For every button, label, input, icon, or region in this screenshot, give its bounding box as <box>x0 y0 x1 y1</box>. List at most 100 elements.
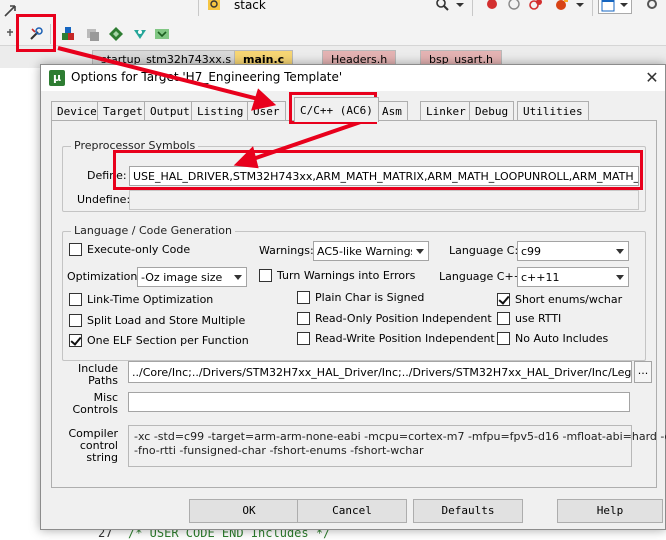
cancel-button[interactable]: Cancel <box>297 499 407 523</box>
close-icon[interactable]: ✕ <box>641 67 663 89</box>
language-cpp-label: Language C++: <box>439 270 527 283</box>
rtti-checkbox[interactable]: use RTTI <box>497 312 561 325</box>
multi-project-icon[interactable] <box>132 26 148 42</box>
find-in-files-icon[interactable] <box>206 0 222 12</box>
checkbox-box <box>69 334 82 347</box>
find-combo-value[interactable]: stack <box>234 0 266 12</box>
checkbox-box <box>69 314 82 327</box>
include-browse-button[interactable]: ... <box>634 361 652 383</box>
search-icon[interactable] <box>434 0 450 12</box>
optimization-select[interactable]: -Oz image size <box>137 267 247 287</box>
chevron-down-icon <box>412 242 428 260</box>
checkbox-box <box>69 293 82 306</box>
tab-asm[interactable]: Asm <box>376 101 408 121</box>
settings-wrench-icon[interactable] <box>644 0 660 12</box>
chevron-down-icon <box>620 3 628 7</box>
window-layout-combo[interactable] <box>598 0 632 14</box>
checkbox-label: Link-Time Optimization <box>87 293 214 306</box>
checkbox-box <box>297 312 310 325</box>
checkbox-box <box>497 332 510 345</box>
checkbox-label: use RTTI <box>515 312 562 325</box>
language-c-label: Language C: <box>449 244 519 257</box>
checkbox-box <box>497 312 510 325</box>
select-value: AC5-like Warnings <box>317 245 417 258</box>
debug-settings-icon[interactable] <box>554 0 570 12</box>
breakpoint-disabled-icon[interactable] <box>506 0 522 12</box>
tab-utilities[interactable]: Utilities <box>517 101 589 121</box>
optimization-label: Optimization: <box>67 270 142 283</box>
annotation-box-define-field <box>113 150 643 190</box>
checkbox-label: Turn Warnings into Errors <box>277 269 416 282</box>
checkbox-label: Read-Write Position Independent <box>315 332 495 345</box>
checkbox-label: Short enums/wchar <box>515 293 623 306</box>
chevron-down-icon <box>612 242 628 260</box>
compiler-control-line: -xc -std=c99 -target=arm-arm-none-eabi -… <box>134 430 666 443</box>
defaults-button[interactable]: Defaults <box>413 499 523 523</box>
kill-breakpoints-icon[interactable] <box>528 0 544 12</box>
checkbox-box <box>69 243 82 256</box>
short-enums-checkbox[interactable]: Short enums/wchar <box>497 293 622 306</box>
checkbox-box <box>297 332 310 345</box>
rw-pi-checkbox[interactable]: Read-Write Position Independent <box>297 332 495 345</box>
no-auto-includes-checkbox[interactable]: No Auto Includes <box>497 332 608 345</box>
select-value: c99 <box>521 245 542 258</box>
checkbox-label: No Auto Includes <box>515 332 609 345</box>
undefine-input[interactable] <box>129 190 639 210</box>
tab-user[interactable]: User <box>247 101 286 121</box>
split-load-checkbox[interactable]: Split Load and Store Multiple <box>69 314 245 327</box>
misc-controls-input[interactable] <box>128 392 630 412</box>
dialog-title: Options for Target 'H7_Engineering Templ… <box>71 70 343 84</box>
language-cpp-select[interactable]: c++11 <box>517 267 629 287</box>
include-paths-label: Paths <box>88 374 118 387</box>
tab-debug[interactable]: Debug <box>469 101 515 121</box>
tab-listing[interactable]: Listing <box>191 101 250 121</box>
manage-components-icon[interactable] <box>84 26 100 42</box>
compiler-control-string[interactable]: -xc -std=c99 -target=arm-arm-none-eabi -… <box>128 425 666 467</box>
warnings-as-errors-checkbox[interactable]: Turn Warnings into Errors <box>259 269 415 282</box>
include-paths-input[interactable]: ../Core/Inc;../Drivers/STM32H7xx_HAL_Dri… <box>128 361 632 383</box>
tab-device[interactable]: Device <box>51 101 103 121</box>
misc-controls-label: Controls <box>72 403 119 416</box>
ok-button[interactable]: OK <box>189 499 309 523</box>
options-dialog: µ Options for Target 'H7_Engineering Tem… <box>40 64 666 530</box>
annotation-box-options-icon <box>16 14 56 52</box>
chevron-down-icon[interactable] <box>452 0 468 12</box>
breakpoint-icon[interactable] <box>484 0 500 12</box>
tab-c-cpp[interactable]: C/C++ (AC6) <box>294 97 379 122</box>
checkbox-label: One ELF Section per Function <box>87 334 249 347</box>
language-group: Language / Code Generation Execute-only … <box>62 224 646 361</box>
green-diamond-icon[interactable] <box>108 26 124 42</box>
tab-linker[interactable]: Linker <box>420 101 472 121</box>
compiler-control-line: -fno-rtti -funsigned-char -fshort-enums … <box>134 444 424 457</box>
group-title: Language / Code Generation <box>71 224 236 237</box>
options-tab-row: Device Target Output Listing User C/C++ … <box>51 97 657 122</box>
checkbox-box <box>497 293 510 306</box>
select-value: -Oz image size <box>141 271 223 284</box>
language-c-select[interactable]: c99 <box>517 241 629 261</box>
warnings-select[interactable]: AC5-like Warnings <box>313 241 429 261</box>
checkbox-label: Plain Char is Signed <box>315 291 425 304</box>
execute-only-checkbox[interactable]: Execute-only Code <box>69 243 190 256</box>
tab-target[interactable]: Target <box>97 101 149 121</box>
tab-output[interactable]: Output <box>144 101 196 121</box>
help-button[interactable]: Help <box>557 499 663 523</box>
one-elf-checkbox[interactable]: One ELF Section per Function <box>69 334 249 347</box>
dialog-titlebar: µ Options for Target 'H7_Engineering Tem… <box>41 65 665 91</box>
checkbox-label: Read-Only Position Independent <box>315 312 492 325</box>
chevron-down-icon <box>230 268 246 286</box>
checkbox-label: Execute-only Code <box>87 243 191 256</box>
checkbox-label: Split Load and Store Multiple <box>87 314 246 327</box>
chevron-down-icon[interactable] <box>572 0 588 12</box>
ide-toolbar: stack <box>0 0 666 46</box>
compiler-control-label: string <box>86 451 118 464</box>
checkbox-box <box>297 291 310 304</box>
ro-pi-checkbox[interactable]: Read-Only Position Independent <box>297 312 492 325</box>
select-value: c++11 <box>521 271 560 284</box>
batch-build-icon[interactable] <box>154 26 170 42</box>
window-layout-icon <box>601 0 615 12</box>
keil-logo-icon: µ <box>49 70 65 86</box>
undefine-label: Undefine: <box>77 193 131 206</box>
plain-char-checkbox[interactable]: Plain Char is Signed <box>297 291 424 304</box>
lto-checkbox[interactable]: Link-Time Optimization <box>69 293 213 306</box>
pack-installer-icon[interactable] <box>60 26 76 42</box>
